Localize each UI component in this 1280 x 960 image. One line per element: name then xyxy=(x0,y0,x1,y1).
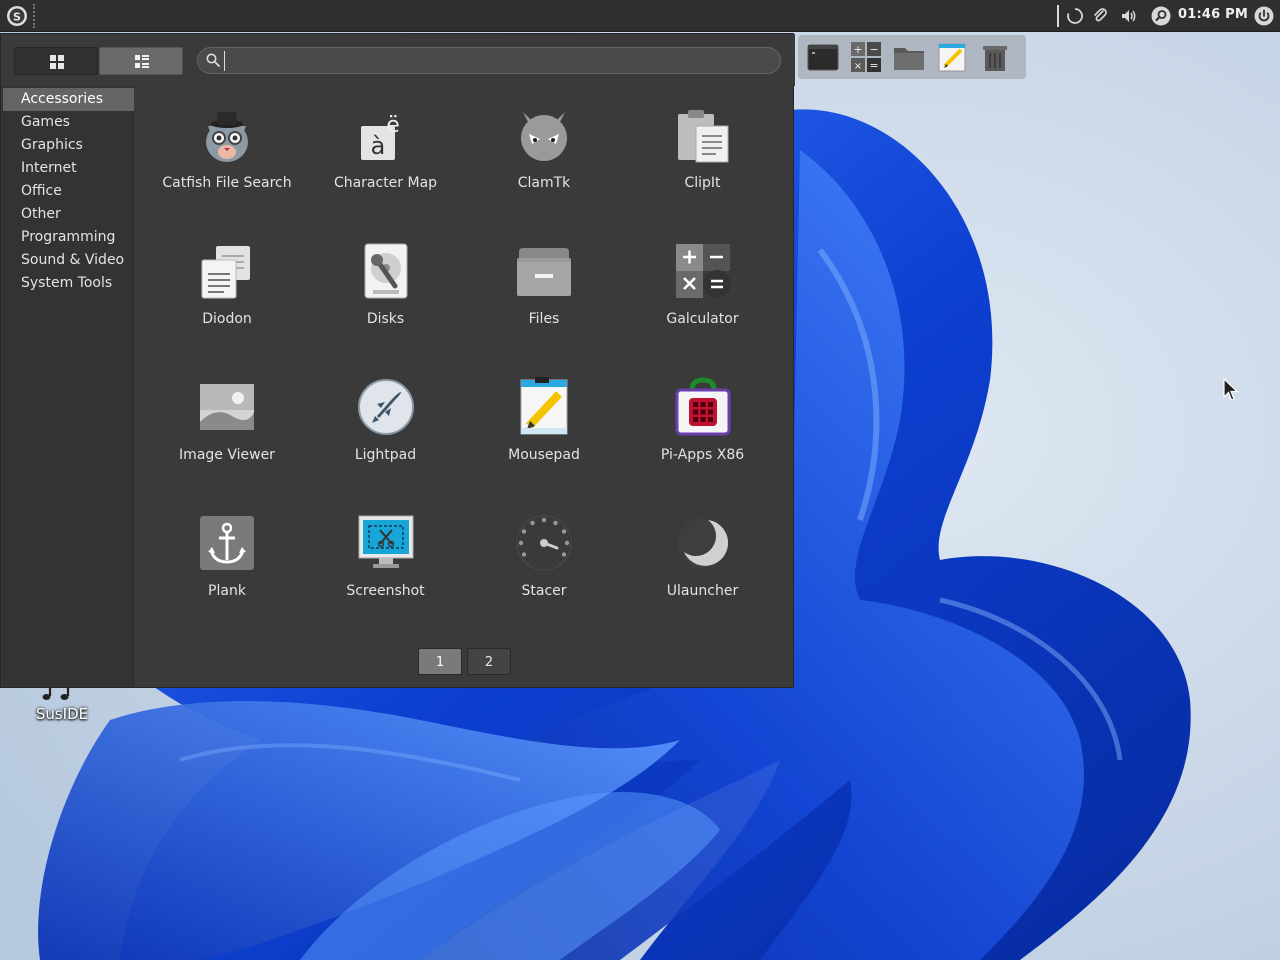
category-item-other[interactable]: Other xyxy=(3,203,134,226)
mouse-cursor-icon xyxy=(1223,378,1239,401)
app-label: Catfish File Search xyxy=(162,175,292,191)
app-tile-diodon[interactable]: Diodon xyxy=(148,226,306,346)
page-1-button[interactable]: 1 xyxy=(418,648,462,675)
disks-icon xyxy=(364,243,407,299)
category-item-programming[interactable]: Programming xyxy=(3,226,134,249)
power-icon[interactable] xyxy=(1254,6,1274,26)
category-sidebar: Accessories Games Graphics Internet Office Ot… xyxy=(2,86,134,687)
calculator-icon[interactable]: + − × = xyxy=(849,40,883,74)
svg-text:ë: ë xyxy=(386,113,400,138)
app-label: Ulauncher xyxy=(666,583,739,599)
app-label: Plank xyxy=(208,583,246,599)
folder-icon[interactable] xyxy=(892,40,926,74)
svg-text:+: + xyxy=(853,43,862,56)
grid-view-icon xyxy=(50,55,64,69)
screenshot-icon xyxy=(358,515,413,568)
svg-text:à: à xyxy=(370,132,385,160)
plank-icon xyxy=(200,516,254,570)
app-tile-screenshot[interactable]: Screenshot xyxy=(307,498,465,618)
app-label: Galculator xyxy=(666,311,739,327)
app-tile-lightpad[interactable]: Lightpad xyxy=(307,362,465,482)
dock: + − × = xyxy=(798,35,1026,79)
app-tile-character-map[interactable]: à ë Character Map xyxy=(307,90,465,210)
app-label: Stacer xyxy=(521,583,567,599)
ulauncher-icon xyxy=(677,518,728,568)
app-tile-clamtk[interactable]: ClamTk xyxy=(465,90,623,210)
app-tile-mousepad[interactable]: Mousepad xyxy=(465,362,623,482)
catfish-icon xyxy=(206,112,248,162)
category-item-graphics[interactable]: Graphics xyxy=(3,134,134,157)
category-view-button[interactable] xyxy=(99,47,183,75)
app-label: ClamTk xyxy=(517,175,571,191)
app-tile-pi-apps-x86[interactable]: Pi-Apps X86 xyxy=(624,362,782,482)
stacer-icon xyxy=(516,515,572,571)
category-item-accessories[interactable]: Accessories xyxy=(3,88,134,111)
mousepad-icon xyxy=(520,377,568,435)
clip-icon[interactable] xyxy=(1091,7,1109,25)
app-label: ClipIt xyxy=(684,175,721,191)
spinner-icon[interactable] xyxy=(1066,7,1084,25)
category-item-office[interactable]: Office xyxy=(3,180,134,203)
svg-text:−: − xyxy=(869,43,878,56)
app-label: Screenshot xyxy=(346,583,425,599)
category-item-system-tools[interactable]: System Tools xyxy=(3,272,134,295)
category-item-sound-video[interactable]: Sound & Video xyxy=(3,249,134,272)
desktop-icon-label: SusIDE xyxy=(35,705,89,723)
charmap-icon: àë xyxy=(360,108,405,160)
app-tile-disks[interactable]: Disks xyxy=(307,226,465,346)
app-label: Pi-Apps X86 xyxy=(660,447,745,463)
search-icon[interactable] xyxy=(1151,6,1171,26)
app-label: Image Viewer xyxy=(179,447,275,463)
files-icon xyxy=(517,248,571,296)
app-grid: Catfish File Search à ë Character Map ClamTk… xyxy=(135,86,793,646)
panel-separator xyxy=(1057,5,1059,27)
app-label: Diodon xyxy=(202,311,252,327)
page-2-button[interactable]: 2 xyxy=(467,648,511,675)
svg-text:×: × xyxy=(854,61,862,72)
search-box[interactable] xyxy=(197,47,781,74)
app-label: Mousepad xyxy=(508,447,580,463)
search-input[interactable] xyxy=(224,51,764,71)
app-tile-ulauncher[interactable]: Ulauncher xyxy=(624,498,782,618)
app-tile-files[interactable]: Files xyxy=(465,226,623,346)
galculator-icon xyxy=(675,244,731,298)
menu-header xyxy=(1,34,795,86)
app-label: Lightpad xyxy=(354,447,417,463)
lightpad-icon xyxy=(357,379,414,435)
app-tile-plank[interactable]: Plank xyxy=(148,498,306,618)
category-item-games[interactable]: Games xyxy=(3,111,134,134)
top-panel: S 01:46 PM xyxy=(0,0,1280,32)
app-label: Disks xyxy=(366,311,405,327)
panel-separator xyxy=(33,4,35,28)
trash-icon[interactable] xyxy=(978,40,1012,74)
app-tile-image-viewer[interactable]: Image Viewer xyxy=(148,362,306,482)
applications-menu-icon[interactable]: S xyxy=(6,5,28,27)
clock[interactable]: 01:46 PM xyxy=(1178,7,1248,22)
notepad-icon[interactable] xyxy=(935,40,969,74)
app-tile-galculator[interactable]: Galculator xyxy=(624,226,782,346)
search-icon xyxy=(206,53,220,67)
diodon-icon xyxy=(201,246,250,299)
image-viewer-icon xyxy=(200,384,254,430)
clamtk-icon xyxy=(521,112,567,161)
app-label: Character Map xyxy=(333,175,438,191)
terminal-icon[interactable] xyxy=(806,40,840,74)
app-tile-stacer[interactable]: Stacer xyxy=(465,498,623,618)
list-view-icon xyxy=(135,55,149,68)
app-tile-catfish-file-search[interactable]: Catfish File Search xyxy=(148,90,306,210)
svg-text:=: = xyxy=(869,59,878,72)
app-label: Files xyxy=(528,311,560,327)
category-item-internet[interactable]: Internet xyxy=(3,157,134,180)
piapps-icon xyxy=(675,377,730,436)
clipit-icon xyxy=(677,110,728,163)
svg-text:S: S xyxy=(13,11,21,24)
icon-view-button[interactable] xyxy=(14,47,98,75)
app-tile-clipit[interactable]: ClipIt xyxy=(624,90,782,210)
volume-icon[interactable] xyxy=(1120,7,1138,25)
applications-menu: Accessories Games Graphics Internet Office Ot… xyxy=(0,33,795,688)
